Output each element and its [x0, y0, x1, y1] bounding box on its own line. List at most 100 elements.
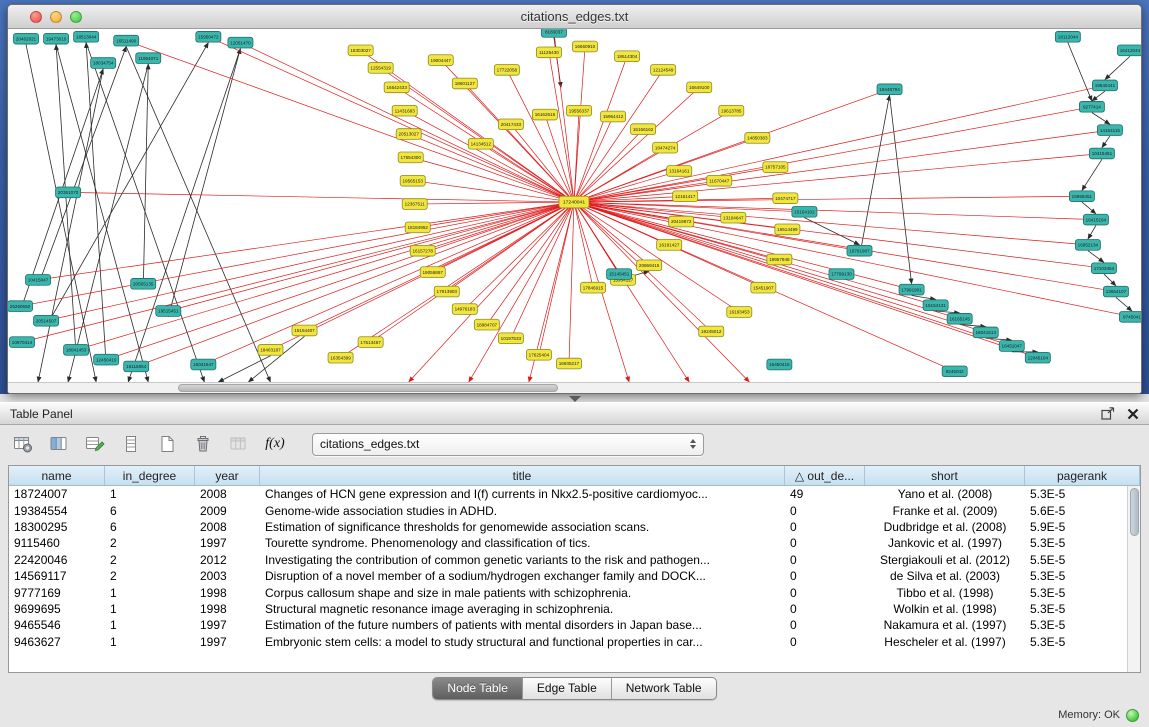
network-node[interactable]: 14850383 — [745, 133, 770, 144]
network-node[interactable]: 15145451 — [607, 269, 632, 280]
network-node[interactable]: 19245012 — [699, 326, 724, 337]
network-node[interactable]: 18984707 — [474, 319, 499, 330]
network-node[interactable]: 8183037 — [541, 29, 566, 37]
network-node[interactable]: 16415194 — [1083, 214, 1108, 225]
network-node[interactable]: 10970414 — [10, 337, 35, 348]
network-node[interactable]: 16642433 — [384, 82, 409, 93]
close-button[interactable] — [30, 11, 42, 23]
network-node[interactable]: 16115054 — [124, 361, 149, 372]
network-node[interactable]: 18614304 — [615, 51, 640, 62]
column-header-out_de[interactable]: △ out_de... — [785, 466, 865, 485]
network-node[interactable]: 16660910 — [572, 41, 597, 52]
network-node[interactable]: 16191427 — [657, 240, 682, 251]
network-node[interactable]: 20417433 — [498, 119, 523, 130]
network-node[interactable]: 16511490 — [114, 35, 139, 46]
network-node[interactable]: 12124549 — [651, 64, 676, 75]
window-titlebar[interactable]: citations_edges.txt — [8, 5, 1141, 29]
table-row[interactable]: 946554611997Estimation of the future num… — [9, 617, 1140, 633]
network-node[interactable]: 16514499 — [775, 224, 800, 235]
network-node[interactable]: 17991901 — [899, 284, 924, 295]
network-node[interactable]: 18112044 — [1055, 31, 1080, 42]
network-node[interactable]: 18601127 — [452, 78, 477, 89]
network-node[interactable]: 18757105 — [763, 162, 788, 173]
network-node[interactable]: 18791907 — [847, 245, 872, 256]
network-node[interactable]: 18513044 — [74, 31, 99, 42]
network-node[interactable]: 16952134 — [1075, 240, 1100, 251]
network-node[interactable]: 20565135 — [131, 278, 156, 289]
zoom-button[interactable] — [70, 11, 82, 23]
network-node[interactable]: 16162615 — [532, 109, 557, 120]
network-node[interactable]: 12367511 — [402, 199, 427, 210]
network-node[interactable]: 19540441 — [1092, 80, 1117, 91]
network-node[interactable]: 18041453 — [64, 345, 89, 356]
new-table-button[interactable] — [152, 430, 182, 458]
network-node[interactable]: 12051470 — [228, 37, 253, 48]
network-node[interactable]: 17722058 — [494, 64, 519, 75]
network-node[interactable]: 16451047 — [999, 341, 1024, 352]
network-node[interactable]: 18403187 — [258, 345, 283, 356]
network-node[interactable]: 12045104 — [1025, 352, 1050, 363]
network-node[interactable]: 20462021 — [14, 33, 39, 44]
network-node[interactable]: 18303027 — [348, 45, 373, 56]
column-header-pagerank[interactable]: pagerank — [1025, 466, 1140, 485]
network-node[interactable]: 19556337 — [566, 105, 591, 116]
network-node[interactable]: 15954412 — [601, 111, 626, 122]
column-header-short[interactable]: short — [865, 466, 1025, 485]
network-node[interactable]: 15154131 — [923, 300, 948, 311]
network-node[interactable]: 15154407 — [292, 325, 317, 336]
network-node[interactable]: 20869415 — [637, 260, 662, 271]
table-row[interactable]: 1872400712008Changes of HCN gene express… — [9, 486, 1140, 502]
network-hscrollbar[interactable] — [8, 382, 1141, 393]
network-hscroll-thumb[interactable] — [178, 384, 558, 392]
network-node[interactable]: 20514507 — [34, 315, 59, 326]
network-node[interactable]: 19473010 — [44, 33, 69, 44]
network-node[interactable]: 15958451 — [1069, 191, 1094, 202]
network-node[interactable]: 19056867 — [420, 267, 445, 278]
close-panel-icon[interactable] — [1127, 408, 1139, 420]
column-header-in_degree[interactable]: in_degree — [105, 466, 195, 485]
network-node[interactable]: 17513467 — [358, 337, 383, 348]
network-node[interactable]: 17625404 — [526, 349, 551, 360]
network-node[interactable]: 13654107 — [1103, 286, 1128, 297]
column-header-year[interactable]: year — [195, 466, 260, 485]
tab-edge-table[interactable]: Edge Table — [523, 678, 612, 699]
table-vscroll-thumb[interactable] — [1130, 488, 1139, 536]
network-node[interactable]: 16041547 — [191, 359, 216, 370]
network-node[interactable]: 14976183 — [452, 304, 477, 315]
table-row[interactable]: 2242004622012Investigating the contribut… — [9, 552, 1140, 568]
network-node[interactable]: 16412044 — [1117, 45, 1141, 56]
network-node[interactable]: 14134512 — [468, 138, 493, 149]
network-node[interactable]: 16935217 — [556, 358, 581, 369]
table-row[interactable]: 1830029562008Estimation of significance … — [9, 519, 1140, 535]
table-row[interactable]: 969969511998Structural magnetic resonanc… — [9, 601, 1140, 617]
table-mode-button[interactable] — [8, 430, 38, 458]
import-table-button[interactable] — [224, 430, 254, 458]
network-node[interactable]: 19448794 — [877, 84, 902, 95]
network-node[interactable]: 10474274 — [653, 142, 678, 153]
network-node[interactable]: 18041513 — [973, 327, 998, 338]
network-node[interactable]: 13104647 — [721, 212, 746, 223]
network-node[interactable]: 18184952 — [405, 222, 430, 233]
show-columns-button[interactable] — [44, 430, 74, 458]
tab-node-table[interactable]: Node Table — [433, 678, 523, 699]
network-node[interactable]: 16649100 — [687, 82, 712, 93]
network-node[interactable]: 18034754 — [91, 58, 116, 69]
table-row[interactable]: 1456911722003Disruption of a novel membe… — [9, 568, 1140, 584]
network-node[interactable]: 16157278 — [410, 245, 435, 256]
network-node[interactable]: 10415047 — [26, 275, 51, 286]
network-node[interactable]: 17240041 — [559, 196, 589, 208]
minimize-button[interactable] — [50, 11, 62, 23]
network-node[interactable]: 13164161 — [667, 166, 692, 177]
network-node[interactable]: 25260650 — [8, 301, 33, 312]
network-node[interactable]: 14154115 — [1097, 125, 1122, 136]
network-node[interactable]: 18957948 — [767, 254, 792, 265]
network-node[interactable]: 15451907 — [751, 282, 776, 293]
float-panel-icon[interactable] — [1101, 407, 1115, 420]
network-node[interactable]: 9277414 — [1079, 101, 1104, 112]
network-node[interactable]: 11954071 — [136, 53, 161, 64]
network-node[interactable]: 12450419 — [94, 354, 119, 365]
network-node[interactable]: 19515451 — [156, 306, 181, 317]
network-svg[interactable]: 1830302712554319166424331143168320513027… — [8, 29, 1141, 382]
network-node[interactable]: 16193453 — [727, 307, 752, 318]
table-vscrollbar[interactable] — [1127, 486, 1140, 672]
